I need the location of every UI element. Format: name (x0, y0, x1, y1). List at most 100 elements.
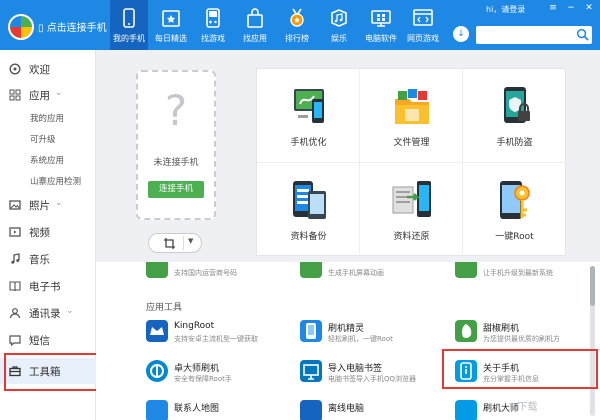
app-tool-desc: 支持安卓主流机型一键获取 (174, 335, 258, 343)
app-tool-kingroot[interactable]: KingRoot 支持安卓主流机型一键获取 (146, 320, 276, 354)
anti-theft-icon (504, 87, 530, 123)
sidebar-subitem-upgradable[interactable]: 可升级 (30, 133, 56, 145)
connect-phone-link[interactable]: ▯ 点击连接手机 (38, 19, 107, 34)
video-icon (9, 227, 21, 237)
partial-desc: 让手机升级到最新系统 (483, 269, 553, 277)
tool-restore[interactable]: 资料还原 (360, 163, 463, 257)
file-manage-icon (395, 89, 429, 124)
tool-file-manage[interactable]: 文件管理 (360, 69, 463, 163)
tab-find-apps[interactable]: 找应用 (236, 0, 274, 50)
question-mark-icon: ? (164, 86, 188, 135)
sidebar-item-label: 音乐 (29, 254, 50, 266)
tool-label: 资料还原 (393, 232, 430, 242)
crop-screenshot-icon (164, 238, 175, 249)
tab-my-phone[interactable]: 我的手机 (110, 0, 148, 50)
app-tool-name: 卓大师刷机 (174, 364, 220, 374)
sidebar-item-ebook[interactable]: 电子书 (0, 275, 96, 297)
zhuo-master-icon (146, 360, 168, 382)
tab-find-games[interactable]: 找游戏 (194, 0, 232, 50)
chevron-down-icon[interactable]: ⌄ (55, 88, 63, 98)
welcome-icon (9, 63, 21, 75)
tool-label: 手机优化 (290, 138, 327, 148)
tab-entertainment[interactable]: 娱乐 (320, 0, 358, 50)
sidebar-subitem-my-apps[interactable]: 我的应用 (30, 112, 64, 124)
sidebar-item-contacts[interactable]: 通讯录 ⌄ (0, 302, 96, 324)
vertical-scrollbar[interactable] (590, 266, 595, 416)
chevron-down-icon[interactable]: ⌄ (55, 198, 63, 208)
apps-icon (9, 89, 21, 101)
tool-backup[interactable]: 资料备份 (257, 163, 360, 257)
tool-anti-theft[interactable]: 手机防盗 (463, 69, 566, 163)
tab-pc-software[interactable]: 电脑软件 (362, 0, 400, 50)
kingroot-icon (146, 320, 168, 342)
restore-icon (392, 181, 431, 217)
screenshot-split-button[interactable]: ▼ (148, 233, 202, 253)
root-key-icon (500, 181, 530, 219)
tools-grid: 手机优化 文件管理 手机防盗 资料备份 资料还原 一键Root (256, 68, 566, 257)
book-icon (9, 281, 21, 292)
photo-icon (9, 200, 21, 210)
backup-icon (293, 181, 326, 219)
menu-icon[interactable]: ≡ (548, 3, 558, 13)
tab-label: 找应用 (243, 34, 267, 43)
phone-placeholder-card: ? 未连接手机 连接手机 (136, 70, 216, 220)
tool-phone-optimize[interactable]: 手机优化 (257, 69, 360, 163)
tool-label: 手机防盗 (496, 138, 533, 148)
scrollbar-thumb[interactable] (590, 266, 595, 306)
tab-rankings[interactable]: 排行榜 (278, 0, 316, 50)
section-title-app-tools: 应用工具 (146, 303, 183, 313)
partial-desc: 支持国内运营商号码 (174, 269, 237, 277)
partial-desc: 生成手机屏幕动画 (328, 269, 384, 277)
sidebar-item-apps[interactable]: 应用 ⌄ (0, 84, 96, 106)
app-tool-desc: 电脑书签导入手机QQ浏览器 (328, 375, 417, 383)
app-window: ▯ 点击连接手机 我的手机 每日精选 找游戏 找应用 排行榜 娱乐 电脑软件 网… (0, 0, 600, 420)
chevron-down-icon[interactable]: ⌄ (66, 306, 74, 316)
bookmark-import-icon (300, 360, 322, 382)
sidebar-subitem-system-apps[interactable]: 系统应用 (30, 154, 64, 166)
sidebar-item-welcome[interactable]: 欢迎 (0, 58, 96, 80)
logo-icon (8, 14, 34, 40)
tab-label: 找游戏 (201, 34, 225, 43)
app-tool-name: 甜椒刷机 (483, 324, 520, 334)
minimize-icon[interactable]: − (566, 3, 576, 13)
tab-label: 我的手机 (113, 34, 145, 43)
app-tool-desc: 为您提供最优质的刷机方 (483, 335, 560, 343)
chevron-down-icon[interactable]: ▼ (188, 237, 193, 245)
sidebar-subitem-fake-app-check[interactable]: 山寨应用检测 (30, 175, 81, 187)
system-upgrade-icon (455, 262, 477, 278)
app-tool-zhuo-master[interactable]: 卓大师刷机 安全有保障Root手 (146, 360, 276, 394)
sidebar-item-label: 欢迎 (29, 64, 50, 76)
app-tool-bookmark-import[interactable]: 导入电脑书签 电脑书签导入手机QQ浏览器 (300, 360, 430, 394)
contacts-map-icon (146, 400, 168, 420)
app-tool-contacts-map[interactable]: 联系人地图 (146, 400, 276, 420)
sidebar-item-video[interactable]: 视频 (0, 221, 96, 243)
tool-one-click-root[interactable]: 一键Root (463, 163, 566, 257)
gameboy-icon (206, 8, 220, 28)
tab-web-games[interactable]: 网页游戏 (404, 0, 442, 50)
close-icon[interactable]: ✕ (584, 3, 594, 13)
sidebar-item-photos[interactable]: 照片 ⌄ (0, 194, 96, 216)
app-tool-name: KingRoot (174, 321, 215, 331)
app-tool-offline-pc[interactable]: 离线电脑 (300, 400, 430, 420)
sidebar-item-label: 短信 (29, 335, 50, 347)
tab-label: 每日精选 (155, 34, 187, 43)
phone-mini-icon: ▯ (38, 23, 47, 34)
highlight-box-about-phone (442, 349, 598, 389)
tab-daily-picks[interactable]: 每日精选 (152, 0, 190, 50)
connect-phone-button[interactable]: 连接手机 (148, 181, 204, 198)
tab-label: 娱乐 (331, 34, 347, 43)
download-icon[interactable]: ↓ (453, 26, 469, 42)
sidebar-item-sms[interactable]: 短信 (0, 329, 96, 351)
offline-pc-icon (300, 400, 322, 420)
number-lookup-icon (146, 262, 168, 278)
tool-label: 一键Root (495, 232, 534, 242)
sidebar-item-music[interactable]: 音乐 (0, 248, 96, 270)
app-tool-flash-wizard[interactable]: 刷机精灵 轻松刷机，一键Root (300, 320, 430, 354)
login-link[interactable]: hi，请登录 (486, 4, 525, 15)
search-icon[interactable] (576, 28, 589, 41)
search-input[interactable] (476, 26, 592, 44)
split-divider (183, 236, 184, 250)
app-tool-name: 离线电脑 (328, 404, 365, 414)
music-note-icon (11, 253, 20, 264)
medal-icon (290, 8, 304, 27)
